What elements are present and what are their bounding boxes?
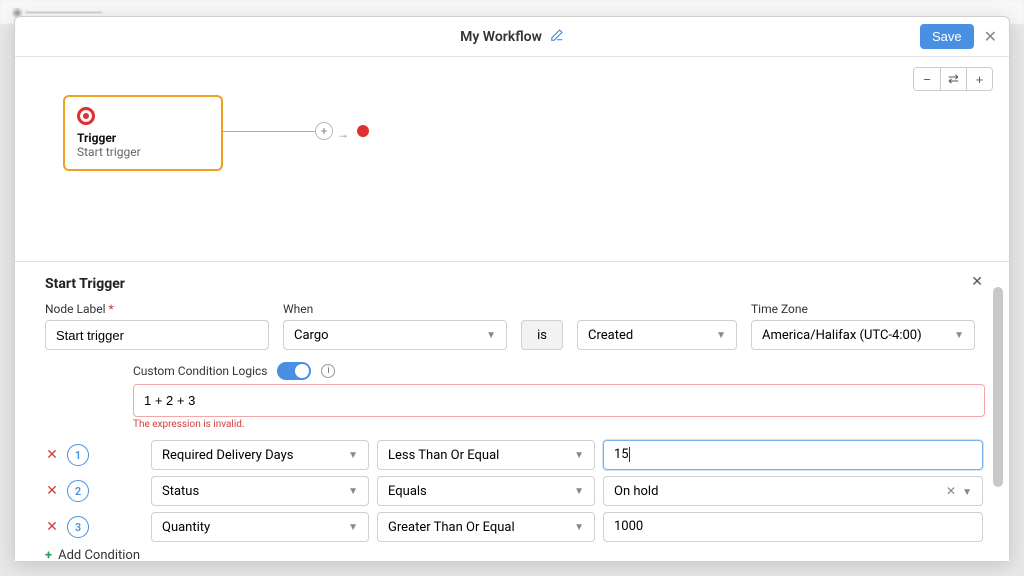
condition-number: 2 — [67, 480, 89, 502]
ccl-toggle[interactable] — [277, 362, 311, 380]
chevron-down-icon: ▼ — [348, 486, 358, 497]
node-label-group: Node Label * — [45, 302, 269, 350]
modal-title-group: My Workflow — [460, 28, 564, 46]
condition-value: 15 — [614, 447, 630, 462]
is-badge: is — [521, 320, 563, 350]
condition-operator: Less Than Or Equal — [388, 448, 499, 463]
condition-row: ✕ 3 Quantity ▼ Greater Than Or Equal ▼ 1… — [45, 512, 989, 542]
is-text: is — [537, 328, 547, 343]
condition-operator-select[interactable]: Greater Than Or Equal ▼ — [377, 512, 595, 542]
condition-field: Quantity — [162, 520, 210, 535]
condition-field-select[interactable]: Status ▼ — [151, 476, 369, 506]
close-icon[interactable]: ✕ — [984, 27, 997, 46]
when-value: Cargo — [294, 328, 329, 343]
condition-value: 1000 — [614, 519, 643, 534]
event-select[interactable]: Created ▼ — [577, 320, 737, 350]
fit-view-button[interactable]: ⇄ — [940, 68, 966, 90]
chevron-down-icon: ▼ — [962, 487, 972, 498]
condition-value: On hold — [614, 484, 658, 499]
delete-condition-icon[interactable]: ✕ — [45, 483, 59, 499]
add-condition-label: Add Condition — [58, 548, 140, 563]
condition-operator-select[interactable]: Equals ▼ — [377, 476, 595, 506]
delete-condition-icon[interactable]: ✕ — [45, 447, 59, 463]
arrow-icon: → — [337, 127, 349, 141]
delete-condition-icon[interactable]: ✕ — [45, 519, 59, 535]
clear-icon[interactable]: ✕ — [946, 484, 956, 498]
info-icon[interactable]: i — [321, 364, 335, 378]
chevron-down-icon: ▼ — [574, 450, 584, 461]
workflow-modal: My Workflow Save ✕ − ⇄ + Trigger Start t… — [14, 16, 1010, 562]
flow-connector — [223, 131, 317, 133]
add-node-icon[interactable]: + — [315, 122, 333, 140]
canvas-controls: − ⇄ + — [913, 67, 993, 91]
condition-operator: Greater Than Or Equal — [388, 520, 515, 535]
tz-label: Time Zone — [751, 302, 975, 316]
ccl-label: Custom Condition Logics — [133, 364, 267, 378]
config-panel: Start Trigger ✕ Node Label * When Cargo … — [15, 261, 1009, 561]
condition-row: ✕ 2 Status ▼ Equals ▼ On hold ✕ ▼ — [45, 476, 989, 506]
record-icon — [77, 107, 95, 125]
node-label-label: Node Label — [45, 302, 106, 316]
trigger-node[interactable]: Trigger Start trigger — [63, 95, 223, 171]
chevron-down-icon: ▼ — [348, 450, 358, 461]
ccl-row: Custom Condition Logics i — [133, 362, 989, 380]
condition-number: 3 — [67, 516, 89, 538]
flow-end-icon — [357, 125, 369, 137]
condition-field: Required Delivery Days — [162, 448, 293, 463]
modal-header-actions: Save ✕ — [920, 24, 997, 49]
condition-value-input[interactable]: 15 — [603, 440, 983, 470]
panel-close-icon[interactable]: ✕ — [971, 274, 983, 290]
save-button[interactable]: Save — [920, 24, 974, 49]
event-group: Created ▼ — [577, 302, 737, 350]
tz-group: Time Zone America/Halifax (UTC-4:00) ▼ — [751, 302, 975, 350]
condition-value-select[interactable]: On hold ✕ ▼ — [603, 476, 983, 506]
panel-title: Start Trigger — [45, 276, 989, 292]
chevron-down-icon: ▼ — [954, 330, 964, 341]
modal-title: My Workflow — [460, 29, 542, 45]
zoom-in-button[interactable]: + — [966, 68, 992, 90]
zoom-out-button[interactable]: − — [914, 68, 940, 90]
when-label: When — [283, 302, 507, 316]
chevron-down-icon: ▼ — [348, 522, 358, 533]
field-row-main: Node Label * When Cargo ▼ is Created — [45, 302, 989, 350]
condition-field: Status — [162, 484, 199, 499]
workflow-canvas[interactable]: − ⇄ + Trigger Start trigger + → — [15, 57, 1009, 261]
condition-field-select[interactable]: Required Delivery Days ▼ — [151, 440, 369, 470]
node-title: Trigger — [77, 131, 209, 145]
timezone-select[interactable]: America/Halifax (UTC-4:00) ▼ — [751, 320, 975, 350]
expression-input[interactable] — [133, 384, 985, 417]
plus-icon: + — [45, 548, 52, 563]
add-condition-button[interactable]: + Add Condition — [45, 548, 989, 563]
chevron-down-icon: ▼ — [574, 486, 584, 497]
chevron-down-icon: ▼ — [574, 522, 584, 533]
condition-row: ✕ 1 Required Delivery Days ▼ Less Than O… — [45, 440, 989, 470]
is-group: is — [521, 302, 563, 350]
chevron-down-icon: ▼ — [716, 330, 726, 341]
pencil-icon[interactable] — [550, 28, 564, 46]
node-label-input[interactable] — [45, 320, 269, 350]
expression-error: The expression is invalid. — [133, 419, 989, 430]
tz-value: America/Halifax (UTC-4:00) — [762, 328, 922, 343]
when-group: When Cargo ▼ — [283, 302, 507, 350]
condition-operator-select[interactable]: Less Than Or Equal ▼ — [377, 440, 595, 470]
modal-header: My Workflow Save ✕ — [15, 17, 1009, 57]
chevron-down-icon: ▼ — [486, 330, 496, 341]
scroll-thumb[interactable] — [993, 287, 1003, 487]
condition-value-input[interactable]: 1000 — [603, 512, 983, 542]
condition-number: 1 — [67, 444, 89, 466]
panel-scrollbar[interactable] — [993, 287, 1005, 547]
when-select[interactable]: Cargo ▼ — [283, 320, 507, 350]
condition-operator: Equals — [388, 484, 427, 499]
event-value: Created — [588, 328, 633, 343]
node-subtitle: Start trigger — [77, 145, 209, 159]
condition-field-select[interactable]: Quantity ▼ — [151, 512, 369, 542]
